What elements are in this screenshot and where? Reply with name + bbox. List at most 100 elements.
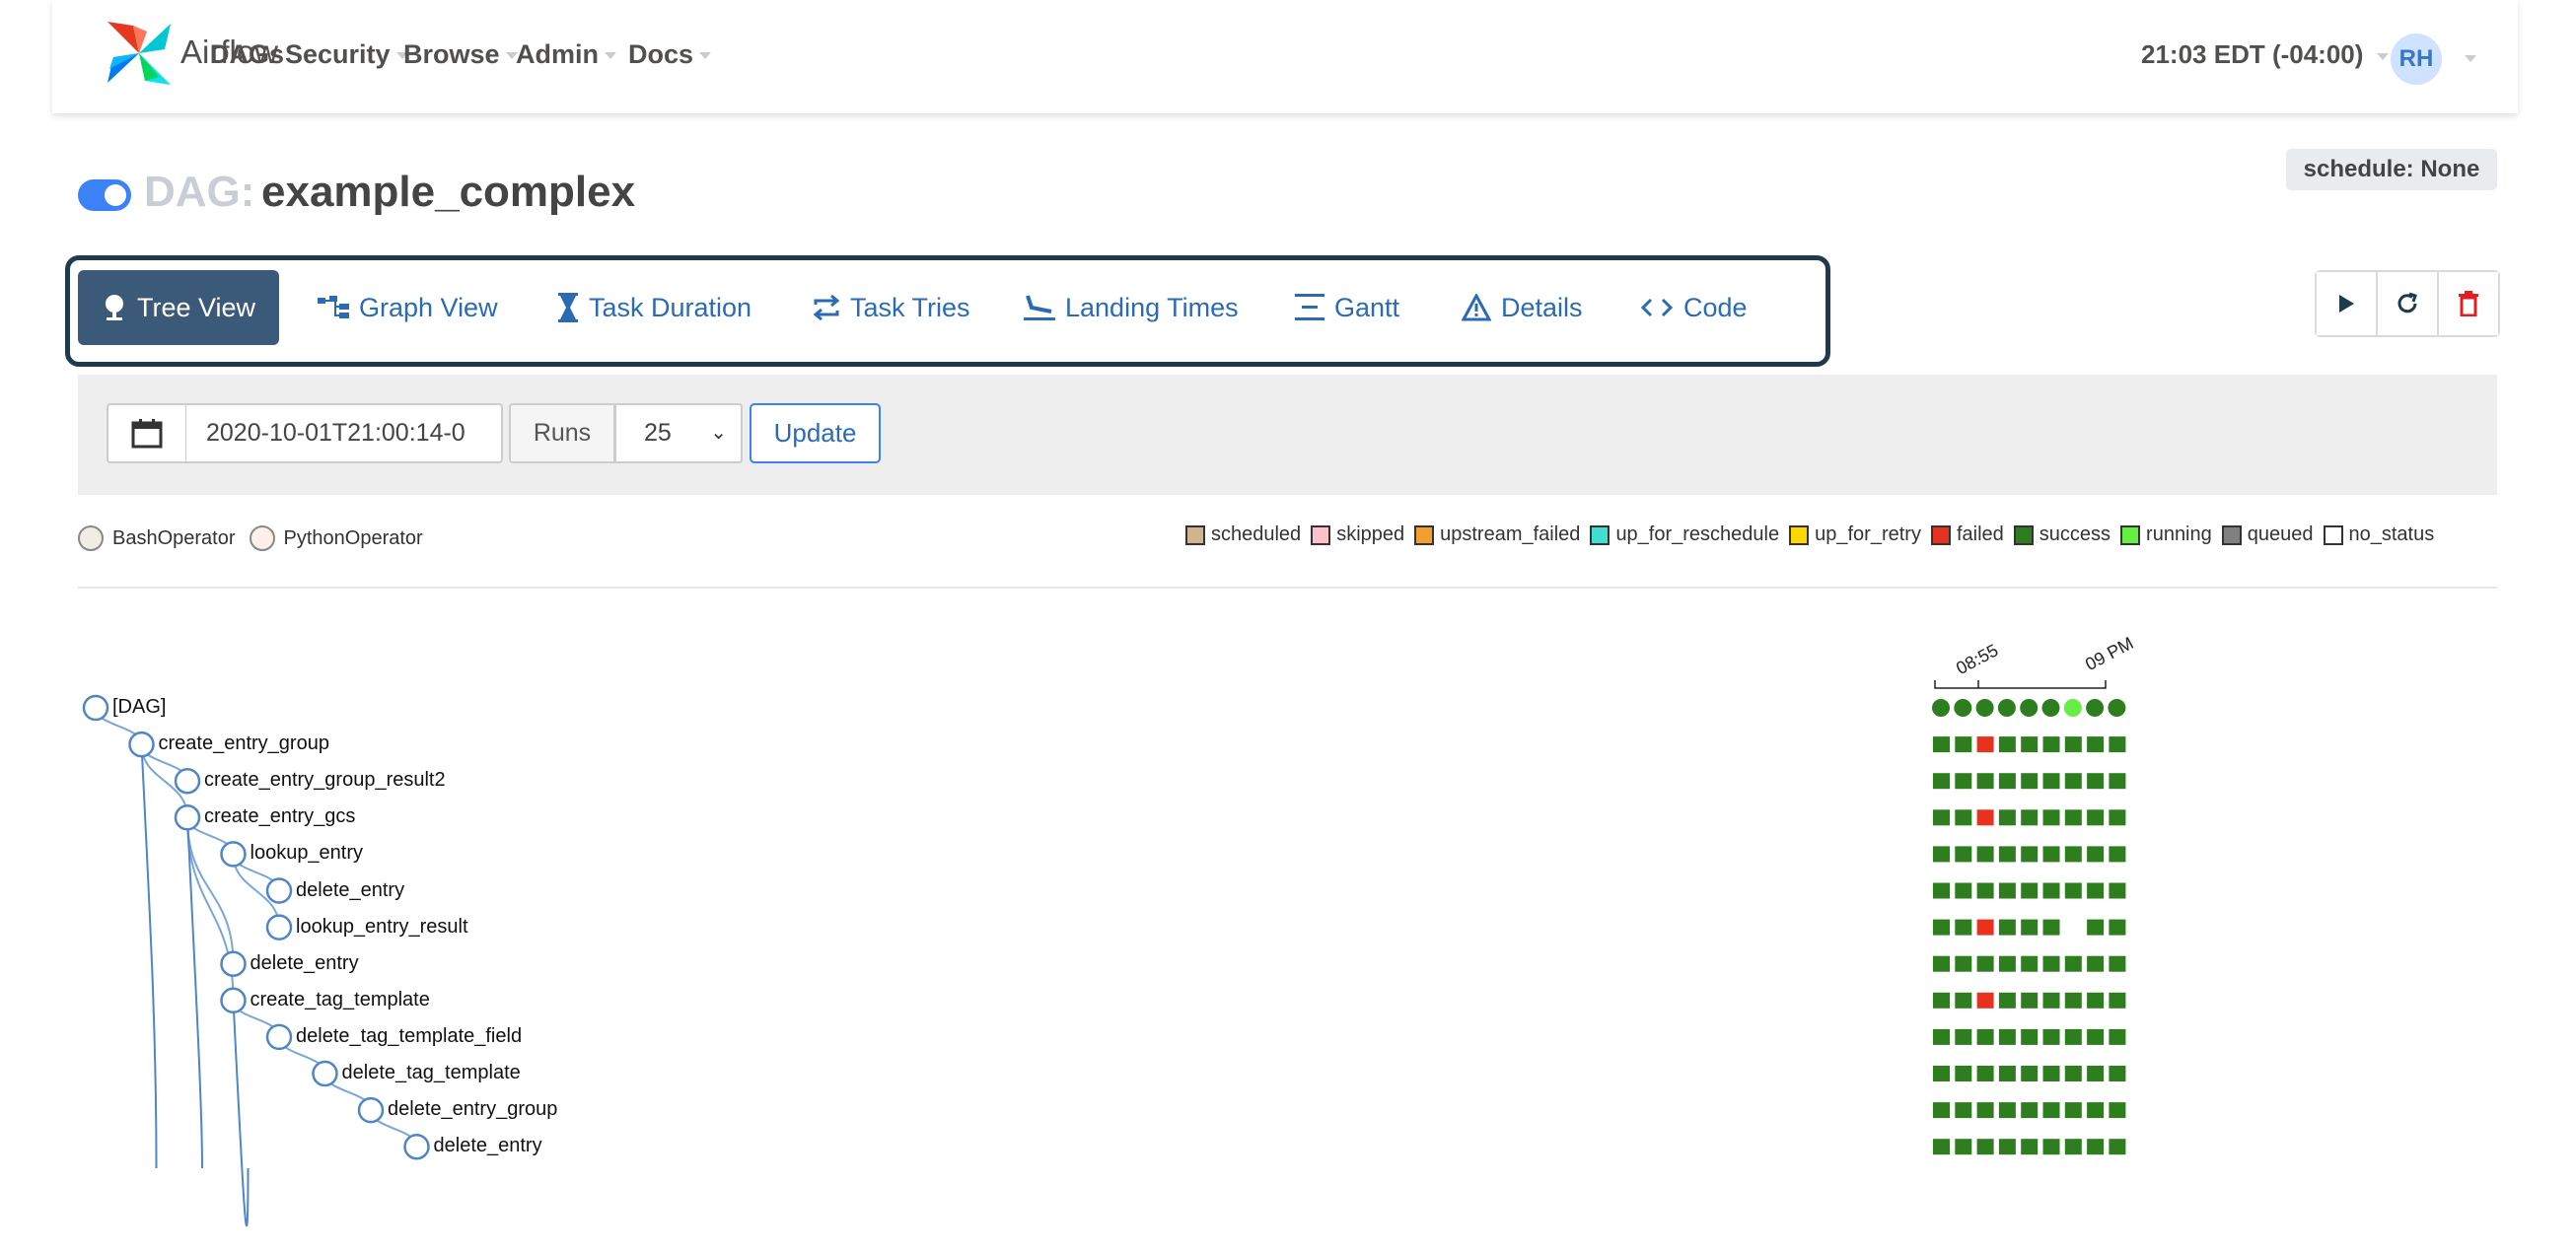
dag-run-circle[interactable] bbox=[1932, 699, 1950, 717]
tab-gantt[interactable]: Gantt bbox=[1295, 270, 1399, 345]
tree-node[interactable] bbox=[312, 1060, 338, 1087]
delete-dag-button[interactable] bbox=[2439, 272, 2498, 335]
task-instance-square[interactable] bbox=[1998, 809, 2016, 826]
task-instance-square[interactable] bbox=[1955, 955, 1972, 972]
task-instance-square[interactable] bbox=[2021, 1028, 2039, 1045]
task-instance-square[interactable] bbox=[1998, 1102, 2016, 1119]
task-instance-square[interactable] bbox=[2087, 955, 2105, 972]
task-instance-square[interactable] bbox=[2042, 1139, 2060, 1155]
task-instance-square[interactable] bbox=[1933, 1028, 1950, 1045]
tree-task-label[interactable]: delete_tag_template_field bbox=[296, 1025, 522, 1048]
tab-task-duration[interactable]: Task Duration bbox=[557, 270, 751, 345]
nav-security[interactable]: Security bbox=[285, 39, 408, 70]
task-instance-square[interactable] bbox=[1976, 1102, 1994, 1119]
task-instance-square[interactable] bbox=[2087, 1102, 2105, 1119]
tab-tree-view[interactable]: Tree View bbox=[78, 270, 280, 345]
task-instance-square[interactable] bbox=[2064, 1028, 2082, 1045]
task-instance-square[interactable] bbox=[1933, 1139, 1950, 1155]
refresh-dag-button[interactable] bbox=[2378, 272, 2439, 335]
task-instance-square[interactable] bbox=[2064, 882, 2082, 899]
task-instance-square[interactable] bbox=[1955, 846, 1972, 863]
task-instance-square[interactable] bbox=[2109, 846, 2126, 863]
task-instance-square[interactable] bbox=[2064, 773, 2082, 790]
task-instance-square[interactable] bbox=[2042, 736, 2060, 753]
task-instance-square[interactable] bbox=[1976, 1028, 1994, 1045]
task-instance-square[interactable] bbox=[1976, 1139, 1994, 1155]
task-instance-square[interactable] bbox=[1998, 882, 2016, 899]
task-instance-square[interactable] bbox=[2087, 882, 2105, 899]
task-instance-square[interactable] bbox=[1998, 955, 2016, 972]
task-instance-square[interactable] bbox=[1998, 992, 2016, 1009]
task-instance-square[interactable] bbox=[2087, 809, 2105, 826]
task-instance-square[interactable] bbox=[2064, 955, 2082, 972]
tab-task-tries[interactable]: Task Tries bbox=[813, 270, 970, 345]
task-instance-square[interactable] bbox=[1998, 846, 2016, 863]
tree-task-label[interactable]: delete_tag_template bbox=[342, 1062, 521, 1084]
task-instance-square[interactable] bbox=[1976, 882, 1994, 899]
task-instance-square[interactable] bbox=[1933, 919, 1950, 936]
tree-node[interactable] bbox=[265, 914, 293, 940]
task-instance-square[interactable] bbox=[1976, 1066, 1994, 1081]
task-instance-square[interactable] bbox=[2109, 1066, 2126, 1081]
task-instance-square[interactable] bbox=[2087, 1066, 2105, 1081]
dag-run-circle[interactable] bbox=[1975, 699, 1994, 717]
task-instance-square[interactable] bbox=[1933, 1066, 1950, 1081]
task-instance-square[interactable] bbox=[2064, 846, 2082, 863]
task-instance-square[interactable] bbox=[2109, 736, 2126, 753]
tab-details[interactable]: Details bbox=[1462, 270, 1583, 345]
tree-node[interactable] bbox=[220, 950, 247, 977]
task-instance-square[interactable] bbox=[2042, 1102, 2060, 1119]
user-menu-chevron-icon[interactable] bbox=[2465, 55, 2476, 62]
task-instance-square[interactable] bbox=[2042, 773, 2060, 790]
task-instance-square[interactable] bbox=[1976, 809, 1994, 826]
task-instance-square[interactable] bbox=[1933, 1102, 1950, 1119]
dag-run-circle[interactable] bbox=[2108, 699, 2126, 717]
task-instance-square[interactable] bbox=[2042, 992, 2060, 1009]
tree-node[interactable] bbox=[82, 694, 109, 722]
task-instance-square[interactable] bbox=[1976, 992, 1994, 1009]
user-avatar[interactable]: RH bbox=[2391, 34, 2442, 85]
task-instance-square[interactable] bbox=[2109, 1139, 2126, 1155]
task-instance-square[interactable] bbox=[2021, 809, 2039, 826]
task-instance-square[interactable] bbox=[2021, 955, 2039, 972]
task-instance-square[interactable] bbox=[1998, 1139, 2016, 1155]
task-instance-square[interactable] bbox=[2021, 1139, 2039, 1155]
dag-run-circle[interactable] bbox=[2063, 699, 2082, 717]
task-instance-square[interactable] bbox=[1976, 846, 1994, 863]
runs-select[interactable]: 25 ⌄ bbox=[614, 403, 743, 463]
task-instance-square[interactable] bbox=[2021, 773, 2039, 790]
dag-run-circle[interactable] bbox=[1997, 699, 2016, 717]
tree-node[interactable] bbox=[220, 987, 247, 1014]
task-instance-square[interactable] bbox=[2087, 773, 2105, 790]
task-instance-square[interactable] bbox=[1933, 736, 1950, 753]
tree-task-label[interactable]: delete_entry bbox=[434, 1135, 542, 1157]
task-instance-square[interactable] bbox=[2064, 992, 2082, 1009]
task-instance-square[interactable] bbox=[2064, 809, 2082, 826]
task-instance-square[interactable] bbox=[1955, 919, 1972, 936]
task-instance-square[interactable] bbox=[2087, 919, 2105, 936]
task-instance-square[interactable] bbox=[2064, 1139, 2082, 1155]
tree-task-label[interactable]: delete_entry_group bbox=[388, 1098, 557, 1121]
nav-docs[interactable]: Docs bbox=[628, 39, 712, 70]
task-instance-square[interactable] bbox=[2109, 1102, 2126, 1119]
task-instance-square[interactable] bbox=[1955, 1066, 1972, 1081]
task-instance-square[interactable] bbox=[2087, 736, 2105, 753]
tab-landing-times[interactable]: Landing Times bbox=[1024, 270, 1239, 345]
task-instance-square[interactable] bbox=[2021, 992, 2039, 1009]
task-instance-square[interactable] bbox=[1955, 773, 1972, 790]
tree-node[interactable] bbox=[128, 731, 155, 758]
tree-task-label[interactable]: create_tag_template bbox=[250, 989, 430, 1011]
nav-browse[interactable]: Browse bbox=[403, 39, 518, 70]
task-instance-square[interactable] bbox=[1955, 809, 1972, 826]
task-instance-square[interactable] bbox=[1976, 736, 1994, 753]
trigger-dag-button[interactable] bbox=[2317, 272, 2378, 335]
dag-run-circle[interactable] bbox=[2020, 699, 2039, 717]
task-instance-square[interactable] bbox=[2109, 882, 2126, 899]
task-instance-square[interactable] bbox=[2042, 955, 2060, 972]
tree-task-label[interactable]: create_entry_gcs bbox=[204, 805, 355, 828]
task-instance-square[interactable] bbox=[1998, 736, 2016, 753]
tree-task-label[interactable]: delete_entry bbox=[296, 879, 404, 902]
task-instance-square[interactable] bbox=[1955, 992, 1972, 1009]
tree-node[interactable] bbox=[220, 841, 247, 868]
task-instance-square[interactable] bbox=[2109, 919, 2126, 936]
